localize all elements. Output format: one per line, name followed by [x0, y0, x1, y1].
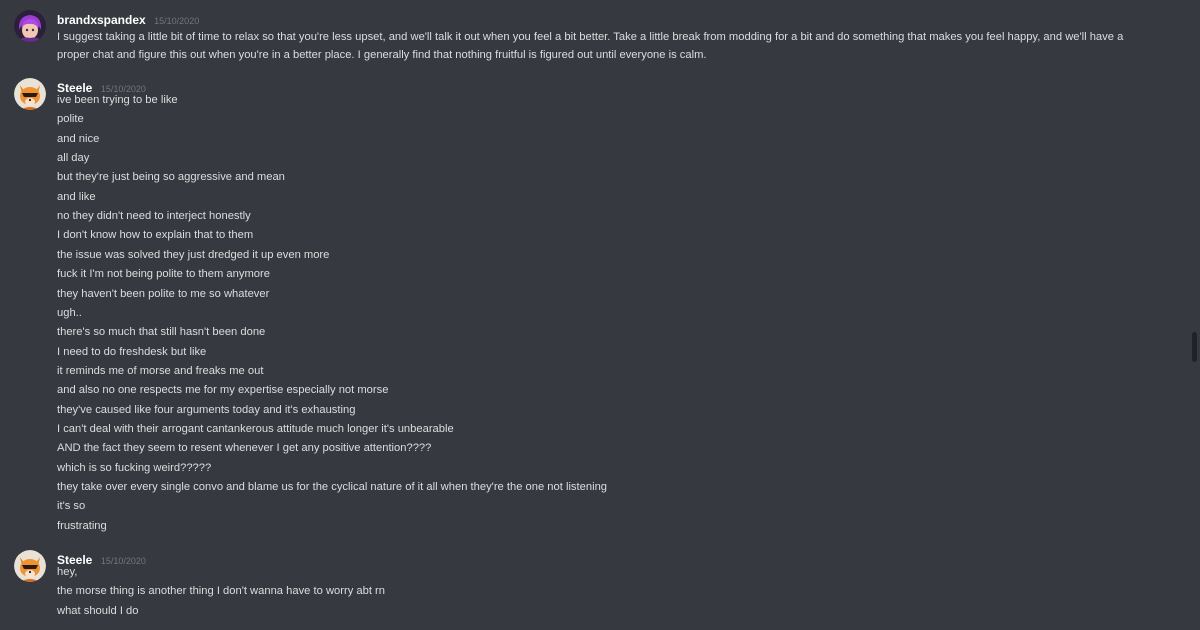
message-line: all day: [57, 152, 90, 165]
orange-fox-character-avatar-icon[interactable]: [14, 550, 46, 582]
message-group: Steele 15/10/2020 hey, the morse thing is…: [0, 550, 1180, 626]
message-line: which is so fucking weird?????: [57, 461, 212, 474]
timestamp: 15/10/2020: [154, 16, 200, 26]
message-line: fuck it I'm not being polite to them any…: [57, 268, 270, 281]
message-line: polite: [57, 113, 84, 126]
message-line: and like: [57, 190, 96, 203]
message-line: AND the fact they seem to resent wheneve…: [57, 442, 432, 455]
message-line: and also no one respects me for my exper…: [57, 384, 389, 397]
chat-message-list: brandxspandex 15/10/2020 I suggest takin…: [0, 0, 1200, 630]
username[interactable]: brandxspandex: [57, 13, 146, 27]
message-line: there's so much that still hasn't been d…: [57, 326, 266, 339]
timestamp: 15/10/2020: [100, 556, 146, 566]
message-line: I need to do freshdesk but like: [57, 345, 207, 358]
purple-haired-character-avatar-icon[interactable]: [14, 10, 46, 42]
message-header: brandxspandex 15/10/2020: [57, 12, 199, 28]
message-text: I suggest taking a little bit of time to…: [57, 31, 1124, 61]
orange-fox-character-avatar-icon[interactable]: [14, 78, 46, 110]
message-line: ive been trying to be like: [57, 94, 178, 106]
message-line: what should I do: [57, 604, 139, 617]
message-line: but they're just being so aggressive and…: [57, 171, 285, 184]
message-line: they haven't been polite to me so whatev…: [57, 287, 270, 300]
message-line: I can't deal with their arrogant cantank…: [57, 422, 454, 435]
message-group: brandxspandex 15/10/2020 I suggest takin…: [0, 10, 1180, 66]
scrollbar-thumb[interactable]: [1192, 332, 1197, 362]
message-line: and nice: [57, 132, 100, 145]
message-line: ugh..: [57, 306, 82, 319]
message-line: frustrating: [57, 519, 107, 532]
message-line: they take over every single convo and bl…: [57, 481, 608, 493]
message-line: I don't know how to explain that to them: [57, 229, 254, 242]
message-line: they've caused like four arguments today…: [57, 403, 356, 416]
message-line: the issue was solved they just dredged i…: [57, 248, 330, 261]
message-line: it's so: [57, 500, 86, 513]
message-line: no they didn't need to interject honestl…: [57, 210, 251, 223]
message-line: hey,: [57, 566, 78, 578]
message-line: it reminds me of morse and freaks me out: [57, 364, 264, 377]
message-line: the morse thing is another thing I don't…: [57, 585, 386, 598]
message-group: Steele 15/10/2020 ive been trying to be …: [0, 78, 1180, 538]
